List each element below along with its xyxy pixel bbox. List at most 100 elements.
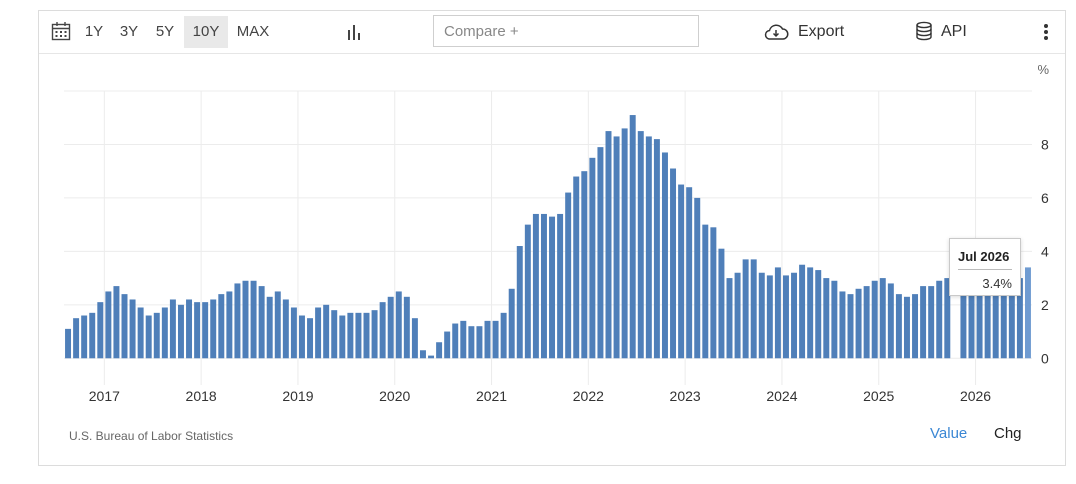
bar [508, 288, 515, 359]
chart-panel: 1Y 3Y 5Y 10Y MAX Export API [38, 10, 1066, 466]
bar [97, 302, 104, 359]
bar [540, 213, 547, 359]
bar [89, 312, 96, 359]
bar [670, 168, 677, 359]
bar [645, 136, 652, 359]
tooltip: Jul 2026 3.4% [949, 238, 1021, 296]
bar [371, 310, 378, 359]
bar [581, 171, 588, 359]
bar [226, 291, 233, 359]
bar [710, 227, 717, 359]
bar [323, 304, 330, 359]
bar [734, 272, 741, 359]
bar [395, 291, 402, 359]
bar [428, 355, 435, 359]
bar [621, 128, 628, 359]
bar [855, 288, 862, 359]
tooltip-value: 3.4% [982, 276, 1012, 291]
bar [516, 246, 523, 359]
bar [718, 248, 725, 359]
bar-chart: 2017 2018 2019 2020 2021 2022 2023 2024 2025 2026… [64, 62, 1049, 404]
bar [823, 278, 830, 359]
y-tick-label: 0 [1041, 350, 1049, 366]
bar [807, 267, 814, 359]
bar [815, 270, 822, 359]
tooltip-divider [958, 269, 1012, 270]
bar [363, 312, 370, 359]
bar [73, 318, 80, 359]
bar [532, 213, 539, 359]
x-tick-label: 2019 [282, 388, 313, 404]
y-tick-label: 4 [1041, 243, 1049, 259]
bar [686, 187, 693, 359]
unit-label: % [1037, 62, 1049, 77]
bar [186, 299, 193, 359]
bar [799, 264, 806, 359]
bar [387, 296, 394, 359]
bar [1024, 267, 1031, 359]
bar [613, 136, 620, 359]
bar [936, 280, 943, 359]
bar [444, 331, 451, 359]
bar [782, 275, 789, 359]
bar [307, 318, 314, 359]
bar [137, 307, 144, 359]
y-tick-label: 6 [1041, 190, 1049, 206]
bar [65, 328, 72, 359]
bar [565, 192, 572, 359]
bar [742, 259, 749, 359]
bar [863, 286, 870, 359]
bar [653, 139, 660, 359]
bar [847, 294, 854, 359]
x-tick-label: 2021 [476, 388, 507, 404]
bar [452, 323, 459, 359]
y-axis-labels: 0 2 4 6 8 [1041, 136, 1049, 366]
bar [903, 296, 910, 359]
bar [218, 294, 225, 359]
bar [355, 312, 362, 359]
bar [266, 296, 273, 359]
bar [605, 131, 612, 359]
x-tick-label: 2025 [863, 388, 894, 404]
bar [549, 216, 556, 359]
bar [202, 302, 209, 359]
value-button[interactable]: Value [930, 425, 967, 442]
bar [524, 224, 531, 359]
bar [629, 115, 636, 359]
bar [315, 307, 322, 359]
bar [920, 286, 927, 359]
bar [492, 320, 499, 359]
bar [145, 315, 152, 359]
bar [403, 296, 410, 359]
bar [557, 213, 564, 359]
x-tick-label: 2018 [186, 388, 217, 404]
bar [484, 320, 491, 359]
bar [436, 342, 443, 359]
chg-button[interactable]: Chg [994, 425, 1022, 442]
bar [500, 312, 507, 359]
bar [331, 310, 338, 359]
bar [791, 272, 798, 359]
bar [411, 318, 418, 359]
bar [879, 278, 886, 359]
x-tick-label: 2024 [766, 388, 797, 404]
x-tick-label: 2026 [960, 388, 991, 404]
bar [121, 294, 128, 359]
bar [702, 224, 709, 359]
x-tick-label: 2017 [89, 388, 120, 404]
bar [912, 294, 919, 359]
bar [928, 286, 935, 359]
x-tick-label: 2022 [573, 388, 604, 404]
bar [290, 307, 297, 359]
gridlines [64, 90, 1032, 385]
y-tick-label: 2 [1041, 297, 1049, 313]
bar [839, 291, 846, 359]
bar [573, 176, 580, 359]
bar [419, 350, 426, 359]
bar [250, 280, 257, 359]
bar [831, 280, 838, 359]
bar [637, 131, 644, 359]
bar [81, 315, 88, 359]
x-axis-labels: 2017 2018 2019 2020 2021 2022 2023 2024 2025 2026 [89, 388, 992, 404]
bar [678, 184, 685, 359]
